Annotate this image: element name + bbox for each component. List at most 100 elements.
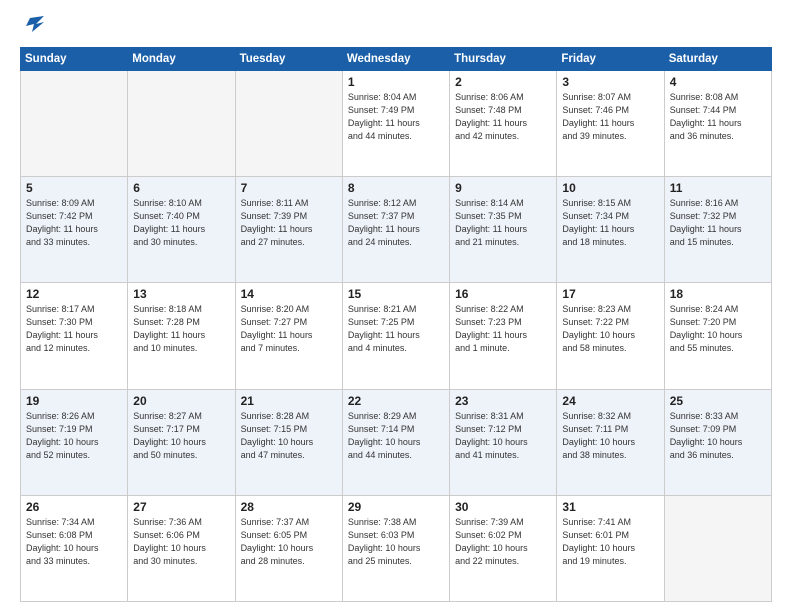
calendar-cell: 2 Sunrise: 8:06 AM Sunset: 7:48 PM Daylig… <box>450 70 557 176</box>
day-info: Sunrise: 7:34 AM Sunset: 6:08 PM Dayligh… <box>26 516 122 568</box>
calendar-cell: 26 Sunrise: 7:34 AM Sunset: 6:08 PM Dayli… <box>21 495 128 601</box>
day-info: Sunrise: 8:32 AM Sunset: 7:11 PM Dayligh… <box>562 410 658 462</box>
weekday-thursday: Thursday <box>450 47 557 70</box>
day-number: 27 <box>133 500 229 514</box>
calendar-cell: 16Sunrise: 8:22 AM Sunset: 7:23 PM Dayli… <box>450 283 557 389</box>
calendar-cell: 22 Sunrise: 8:29 AM Sunset: 7:14 PM Dayli… <box>342 389 449 495</box>
day-number: 23 <box>455 394 551 408</box>
calendar-cell: 4Sunrise: 8:08 AM Sunset: 7:44 PM Daylig… <box>664 70 771 176</box>
day-number: 19 <box>26 394 122 408</box>
calendar-cell: 6 Sunrise: 8:10 AM Sunset: 7:40 PM Daylig… <box>128 177 235 283</box>
day-info: Sunrise: 8:06 AM Sunset: 7:48 PM Dayligh… <box>455 91 551 143</box>
calendar-cell: 9 Sunrise: 8:14 AM Sunset: 7:35 PM Daylig… <box>450 177 557 283</box>
day-info: Sunrise: 7:39 AM Sunset: 6:02 PM Dayligh… <box>455 516 551 568</box>
calendar-week-1: 1 Sunrise: 8:04 AM Sunset: 7:49 PM Daylig… <box>21 70 772 176</box>
day-info: Sunrise: 8:12 AM Sunset: 7:37 PM Dayligh… <box>348 197 444 249</box>
day-number: 16 <box>455 287 551 301</box>
calendar-cell: 11 Sunrise: 8:16 AM Sunset: 7:32 PM Dayli… <box>664 177 771 283</box>
day-number: 14 <box>241 287 337 301</box>
day-info: Sunrise: 8:10 AM Sunset: 7:40 PM Dayligh… <box>133 197 229 249</box>
calendar-cell: 12Sunrise: 8:17 AM Sunset: 7:30 PM Dayli… <box>21 283 128 389</box>
day-number: 15 <box>348 287 444 301</box>
day-number: 21 <box>241 394 337 408</box>
day-info: Sunrise: 7:41 AM Sunset: 6:01 PM Dayligh… <box>562 516 658 568</box>
day-info: Sunrise: 8:04 AM Sunset: 7:49 PM Dayligh… <box>348 91 444 143</box>
day-info: Sunrise: 8:17 AM Sunset: 7:30 PM Dayligh… <box>26 303 122 355</box>
weekday-monday: Monday <box>128 47 235 70</box>
calendar-cell: 21 Sunrise: 8:28 AM Sunset: 7:15 PM Dayli… <box>235 389 342 495</box>
calendar-cell: 25 Sunrise: 8:33 AM Sunset: 7:09 PM Dayli… <box>664 389 771 495</box>
day-number: 29 <box>348 500 444 514</box>
day-info: Sunrise: 8:18 AM Sunset: 7:28 PM Dayligh… <box>133 303 229 355</box>
weekday-saturday: Saturday <box>664 47 771 70</box>
day-number: 20 <box>133 394 229 408</box>
day-number: 24 <box>562 394 658 408</box>
day-number: 11 <box>670 181 766 195</box>
weekday-friday: Friday <box>557 47 664 70</box>
day-info: Sunrise: 8:27 AM Sunset: 7:17 PM Dayligh… <box>133 410 229 462</box>
day-info: Sunrise: 8:24 AM Sunset: 7:20 PM Dayligh… <box>670 303 766 355</box>
day-number: 5 <box>26 181 122 195</box>
day-number: 25 <box>670 394 766 408</box>
logo-bird-icon <box>22 14 44 36</box>
calendar-cell <box>128 70 235 176</box>
calendar-cell: 28Sunrise: 7:37 AM Sunset: 6:05 PM Dayli… <box>235 495 342 601</box>
calendar-cell <box>21 70 128 176</box>
calendar-week-2: 5 Sunrise: 8:09 AM Sunset: 7:42 PM Daylig… <box>21 177 772 283</box>
calendar-cell: 5 Sunrise: 8:09 AM Sunset: 7:42 PM Daylig… <box>21 177 128 283</box>
day-info: Sunrise: 8:29 AM Sunset: 7:14 PM Dayligh… <box>348 410 444 462</box>
weekday-sunday: Sunday <box>21 47 128 70</box>
calendar-cell: 24 Sunrise: 8:32 AM Sunset: 7:11 PM Dayli… <box>557 389 664 495</box>
day-number: 1 <box>348 75 444 89</box>
day-number: 9 <box>455 181 551 195</box>
day-info: Sunrise: 7:38 AM Sunset: 6:03 PM Dayligh… <box>348 516 444 568</box>
day-number: 28 <box>241 500 337 514</box>
day-info: Sunrise: 8:20 AM Sunset: 7:27 PM Dayligh… <box>241 303 337 355</box>
calendar-cell: 13 Sunrise: 8:18 AM Sunset: 7:28 PM Dayli… <box>128 283 235 389</box>
calendar-cell: 30 Sunrise: 7:39 AM Sunset: 6:02 PM Dayli… <box>450 495 557 601</box>
calendar-cell: 29 Sunrise: 7:38 AM Sunset: 6:03 PM Dayli… <box>342 495 449 601</box>
calendar-cell: 18 Sunrise: 8:24 AM Sunset: 7:20 PM Dayli… <box>664 283 771 389</box>
day-number: 4 <box>670 75 766 89</box>
day-info: Sunrise: 8:33 AM Sunset: 7:09 PM Dayligh… <box>670 410 766 462</box>
day-number: 2 <box>455 75 551 89</box>
logo <box>20 18 44 41</box>
day-info: Sunrise: 8:07 AM Sunset: 7:46 PM Dayligh… <box>562 91 658 143</box>
page: SundayMondayTuesdayWednesdayThursdayFrid… <box>0 0 792 612</box>
day-number: 3 <box>562 75 658 89</box>
weekday-wednesday: Wednesday <box>342 47 449 70</box>
day-number: 13 <box>133 287 229 301</box>
day-number: 18 <box>670 287 766 301</box>
day-number: 22 <box>348 394 444 408</box>
day-info: Sunrise: 7:36 AM Sunset: 6:06 PM Dayligh… <box>133 516 229 568</box>
calendar-week-5: 26 Sunrise: 7:34 AM Sunset: 6:08 PM Dayli… <box>21 495 772 601</box>
day-number: 31 <box>562 500 658 514</box>
calendar-cell <box>235 70 342 176</box>
day-number: 10 <box>562 181 658 195</box>
day-info: Sunrise: 8:11 AM Sunset: 7:39 PM Dayligh… <box>241 197 337 249</box>
day-info: Sunrise: 8:28 AM Sunset: 7:15 PM Dayligh… <box>241 410 337 462</box>
weekday-header-row: SundayMondayTuesdayWednesdayThursdayFrid… <box>21 47 772 70</box>
calendar-cell: 31 Sunrise: 7:41 AM Sunset: 6:01 PM Dayli… <box>557 495 664 601</box>
calendar-cell: 15 Sunrise: 8:21 AM Sunset: 7:25 PM Dayli… <box>342 283 449 389</box>
day-info: Sunrise: 8:31 AM Sunset: 7:12 PM Dayligh… <box>455 410 551 462</box>
day-info: Sunrise: 8:15 AM Sunset: 7:34 PM Dayligh… <box>562 197 658 249</box>
calendar-cell: 14 Sunrise: 8:20 AM Sunset: 7:27 PM Dayli… <box>235 283 342 389</box>
day-number: 30 <box>455 500 551 514</box>
calendar-cell: 10 Sunrise: 8:15 AM Sunset: 7:34 PM Dayli… <box>557 177 664 283</box>
day-number: 7 <box>241 181 337 195</box>
weekday-tuesday: Tuesday <box>235 47 342 70</box>
day-number: 6 <box>133 181 229 195</box>
calendar-cell: 8Sunrise: 8:12 AM Sunset: 7:37 PM Daylig… <box>342 177 449 283</box>
calendar-cell: 20 Sunrise: 8:27 AM Sunset: 7:17 PM Dayli… <box>128 389 235 495</box>
day-info: Sunrise: 8:23 AM Sunset: 7:22 PM Dayligh… <box>562 303 658 355</box>
calendar-cell: 27 Sunrise: 7:36 AM Sunset: 6:06 PM Dayli… <box>128 495 235 601</box>
day-info: Sunrise: 8:21 AM Sunset: 7:25 PM Dayligh… <box>348 303 444 355</box>
calendar-cell <box>664 495 771 601</box>
calendar-cell: 19Sunrise: 8:26 AM Sunset: 7:19 PM Dayli… <box>21 389 128 495</box>
day-info: Sunrise: 8:16 AM Sunset: 7:32 PM Dayligh… <box>670 197 766 249</box>
calendar-week-4: 19Sunrise: 8:26 AM Sunset: 7:19 PM Dayli… <box>21 389 772 495</box>
day-info: Sunrise: 8:14 AM Sunset: 7:35 PM Dayligh… <box>455 197 551 249</box>
day-info: Sunrise: 8:09 AM Sunset: 7:42 PM Dayligh… <box>26 197 122 249</box>
day-number: 26 <box>26 500 122 514</box>
